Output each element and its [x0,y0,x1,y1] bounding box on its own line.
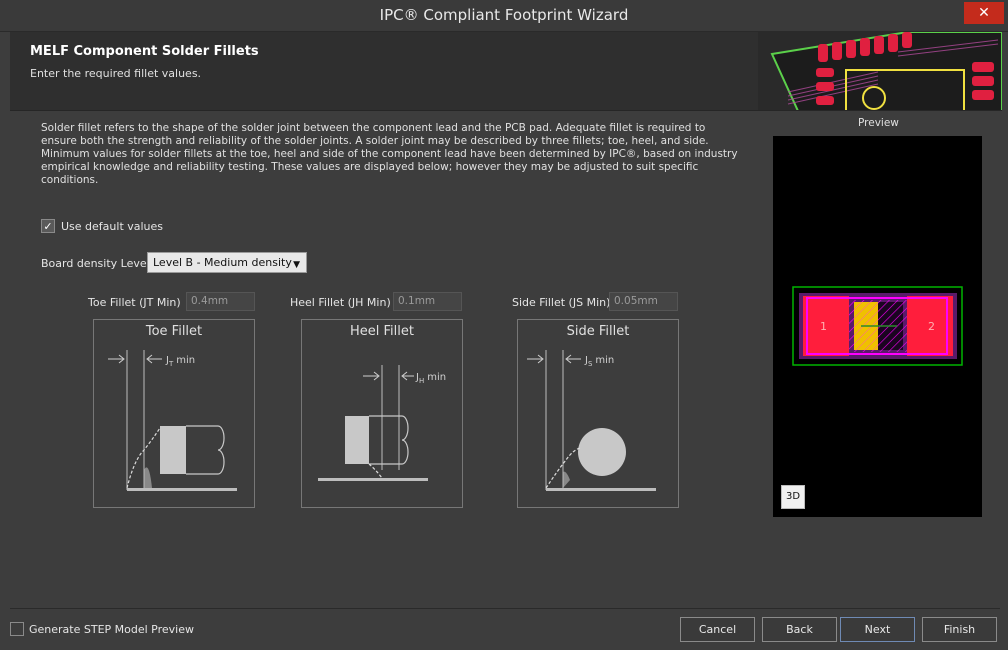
heel-dim-label: JH min [415,372,446,385]
side-fillet-drawing: JS min [527,350,656,491]
toe-fillet-drawing: JT min [108,350,237,491]
page-subtitle: Enter the required fillet values. [30,67,202,80]
pad-2-label: 2 [928,320,935,333]
side-diagram-title: Side Fillet [566,324,630,339]
density-level-value: Level B - Medium density [153,256,292,269]
next-button[interactable]: Next [840,617,915,642]
heel-fillet-label: Heel Fillet (JH Min) [290,296,391,309]
cancel-button[interactable]: Cancel [680,617,755,642]
generate-step-row[interactable]: Generate STEP Model Preview [10,622,194,636]
toe-dim-label: JT min [165,355,195,368]
3d-view-button[interactable]: 3D [781,485,805,509]
toe-fillet-input[interactable]: 0.4mm [186,292,255,311]
footprint-preview[interactable]: 1 2 3D [773,136,982,517]
fillet-description: Solder fillet refers to the shape of the… [41,122,738,186]
page-title: MELF Component Solder Fillets [30,44,259,59]
back-button[interactable]: Back [762,617,837,642]
footprint-preview-drawing: 1 2 [792,286,963,366]
wizard-header: MELF Component Solder Fillets Enter the … [10,32,1002,111]
use-default-values-row[interactable]: ✓ Use default values [41,218,163,234]
side-fillet-input[interactable]: 0.05mm [609,292,678,311]
title-bar: IPC® Compliant Footprint Wizard ✕ [0,0,1008,32]
heel-fillet-diagram: JH min Heel Fillet [301,319,463,508]
heel-fillet-input[interactable]: 0.1mm [393,292,462,311]
finish-button[interactable]: Finish [922,617,997,642]
toe-fillet-diagram: JT min Toe Fillet [93,319,255,508]
window-title: IPC® Compliant Footprint Wizard [379,6,629,24]
use-default-values-label: Use default values [61,219,164,233]
use-default-values-checkbox[interactable]: ✓ [41,219,55,233]
generate-step-checkbox[interactable] [10,622,24,636]
density-level-label: Board density Level [41,257,150,270]
density-level-dropdown[interactable]: Level B - Medium density ▼ [147,252,307,273]
pad-1-label: 1 [820,320,827,333]
side-fillet-label: Side Fillet (JS Min) [512,296,611,309]
side-fillet-diagram: JS min Side Fillet [517,319,679,508]
side-dim-label: JS min [584,355,614,368]
heel-fillet-drawing: JH min [318,365,446,481]
header-pcb-illustration [758,32,1002,110]
preview-label: Preview [858,117,899,129]
close-button[interactable]: ✕ [964,2,1004,24]
chevron-down-icon: ▼ [293,260,300,270]
toe-diagram-title: Toe Fillet [145,324,203,339]
generate-step-label: Generate STEP Model Preview [29,622,194,636]
heel-diagram-title: Heel Fillet [350,324,414,339]
footer-divider [10,608,1000,609]
toe-fillet-label: Toe Fillet (JT Min) [88,296,181,309]
